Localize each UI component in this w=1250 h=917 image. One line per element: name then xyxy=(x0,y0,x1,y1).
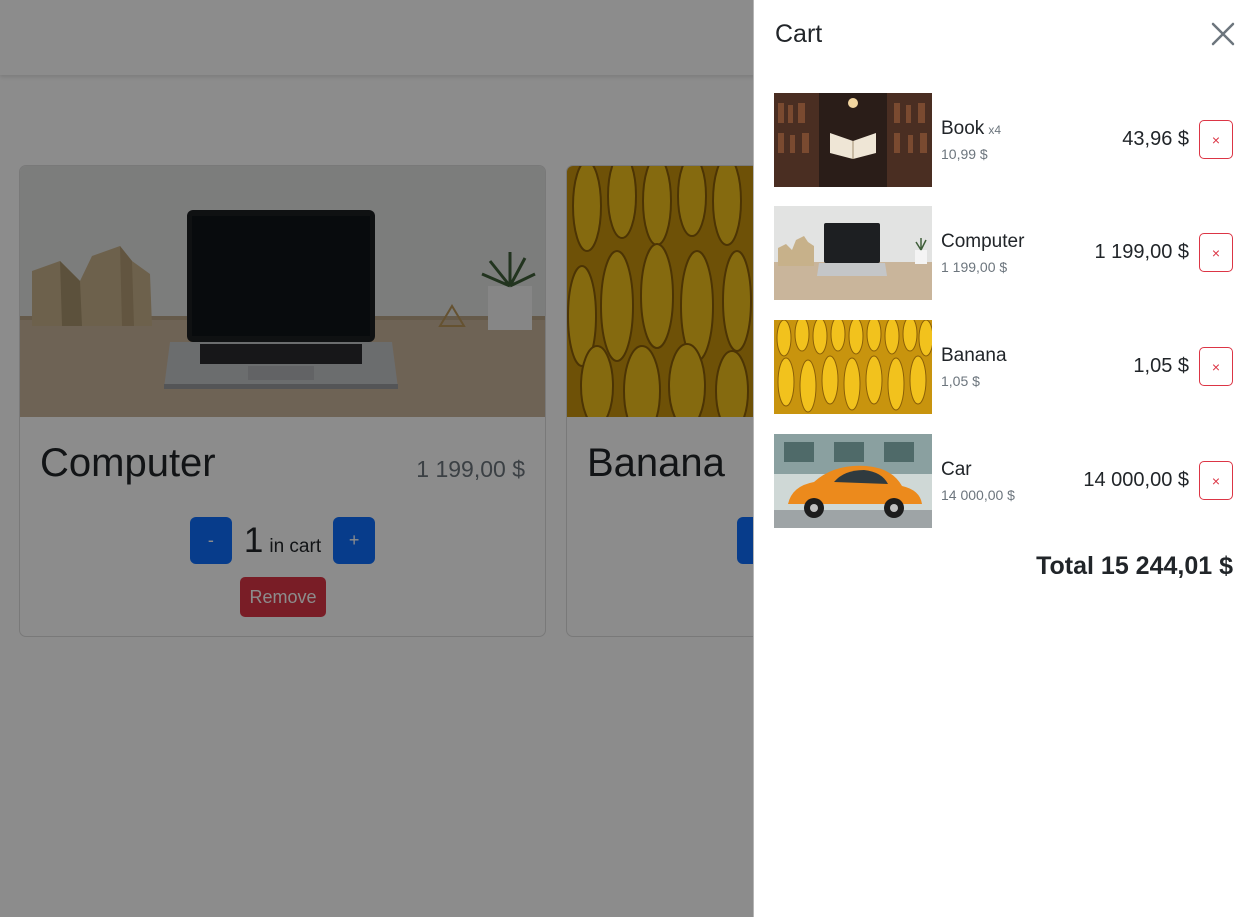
cart-item-unit-price: 14 000,00 $ xyxy=(941,487,1015,503)
banana-thumbnail xyxy=(774,320,932,414)
cart-panel: Cart Book x4 10,99 $ 43,96 $ × Computer … xyxy=(753,0,1250,917)
cart-item-total: 14 000,00 $ xyxy=(1083,469,1189,491)
cart-item-unit-price: 1,05 $ xyxy=(941,373,980,389)
cart-item-computer: Computer 1 199,00 $ 1 199,00 $ × xyxy=(774,206,1234,300)
close-icon[interactable] xyxy=(1209,20,1237,48)
item-name-text: Banana xyxy=(941,345,1007,366)
cart-item-unit-price: 10,99 $ xyxy=(941,146,988,162)
cart-item-banana: Banana 1,05 $ 1,05 $ × xyxy=(774,320,1234,414)
item-name-text: Car xyxy=(941,459,972,480)
cart-item-unit-price: 1 199,00 $ xyxy=(941,259,1008,275)
car-thumbnail xyxy=(774,434,932,528)
book-image xyxy=(774,93,932,187)
cart-item-total: 43,96 $ xyxy=(1122,128,1189,150)
remove-item-button[interactable]: × xyxy=(1199,233,1233,272)
cart-title: Cart xyxy=(775,20,823,48)
cart-total: Total 15 244,01 $ xyxy=(1036,552,1233,580)
remove-item-button[interactable]: × xyxy=(1199,120,1233,159)
cart-item-total: 1,05 $ xyxy=(1133,355,1189,377)
cart-item-name: Book x4 xyxy=(941,118,1001,140)
computer-thumbnail xyxy=(774,206,932,300)
item-quantity-multiplier: x4 xyxy=(988,123,1001,137)
item-name-text: Computer xyxy=(941,231,1025,252)
cart-item-total: 1 199,00 $ xyxy=(1094,241,1189,263)
cart-item-name: Computer xyxy=(941,231,1028,253)
remove-item-button[interactable]: × xyxy=(1199,461,1233,500)
cart-item-book: Book x4 10,99 $ 43,96 $ × xyxy=(774,93,1234,187)
cart-item-name: Banana xyxy=(941,345,1011,367)
cart-item-car: Car 14 000,00 $ 14 000,00 $ × xyxy=(774,434,1234,528)
remove-item-button[interactable]: × xyxy=(1199,347,1233,386)
cart-item-name: Car xyxy=(941,459,976,481)
item-name-text: Book xyxy=(941,118,985,139)
